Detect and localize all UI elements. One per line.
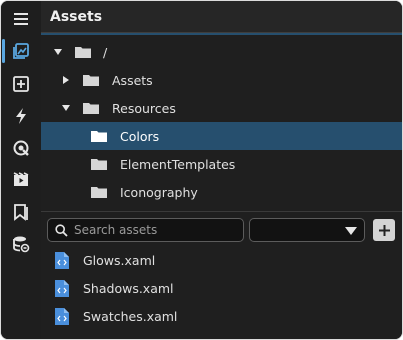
- filter-dropdown[interactable]: [249, 218, 365, 242]
- assets-panel: Assets / Assets Resources Colors Element…: [41, 1, 402, 339]
- search-input[interactable]: [74, 219, 239, 241]
- tree-item-label: Assets: [112, 72, 153, 88]
- file-item[interactable]: Swatches.xaml: [41, 302, 402, 330]
- color-picker-icon: [13, 140, 29, 156]
- tree-item-root[interactable]: /: [41, 38, 402, 66]
- hamburger-menu-icon: [14, 13, 28, 25]
- add-nav-button[interactable]: [1, 68, 41, 100]
- chevron-down-icon: [345, 227, 357, 235]
- chevron-down-icon: [62, 105, 70, 111]
- code-file-icon: [55, 252, 69, 269]
- color-nav-button[interactable]: [1, 132, 41, 164]
- tree-item-label: Iconography: [120, 184, 198, 200]
- file-item[interactable]: Shadows.xaml: [41, 274, 402, 302]
- folder-icon: [91, 131, 107, 142]
- folder-icon: [83, 75, 99, 86]
- image-gallery-icon: [13, 43, 29, 59]
- header-accent-line: [41, 33, 402, 35]
- tree-item-label: /: [103, 44, 108, 60]
- media-nav-button[interactable]: [1, 164, 41, 196]
- file-item[interactable]: Glows.xaml: [41, 246, 402, 274]
- folder-icon: [91, 187, 107, 198]
- tree-item-assets[interactable]: Assets: [41, 66, 402, 94]
- database-link-icon: [13, 236, 30, 253]
- code-file-icon: [55, 280, 69, 297]
- add-asset-button[interactable]: [373, 219, 395, 241]
- tree-item-elementtemplates[interactable]: ElementTemplates: [41, 150, 402, 178]
- panel-header: Assets: [41, 1, 402, 33]
- actions-nav-button[interactable]: [1, 100, 41, 132]
- plus-icon: [378, 224, 390, 236]
- bookmarks-nav-button[interactable]: [1, 196, 41, 228]
- lightning-icon: [16, 108, 26, 124]
- panel-title: Assets: [50, 8, 103, 25]
- menu-button[interactable]: [1, 3, 41, 35]
- add-box-icon: [13, 76, 29, 92]
- activity-bar: [1, 1, 41, 339]
- data-nav-button[interactable]: [1, 228, 41, 260]
- chevron-down-icon: [54, 49, 62, 55]
- divider: [41, 211, 402, 212]
- tree-item-label: ElementTemplates: [120, 156, 236, 172]
- chevron-right-icon: [63, 76, 69, 84]
- folder-icon: [83, 103, 99, 114]
- code-file-icon: [55, 308, 69, 325]
- assets-window: Assets / Assets Resources Colors Element…: [0, 0, 403, 340]
- tree-item-label: Colors: [120, 128, 160, 144]
- tree-item-label: Resources: [112, 100, 176, 116]
- file-name: Shadows.xaml: [83, 280, 174, 296]
- folder-icon: [75, 47, 91, 58]
- search-box: [47, 218, 244, 242]
- video-icon: [13, 172, 29, 186]
- folder-icon: [91, 159, 107, 170]
- tree-item-resources[interactable]: Resources: [41, 94, 402, 122]
- assets-nav-button[interactable]: [1, 35, 41, 67]
- bookmarks-icon: [14, 204, 28, 221]
- file-name: Glows.xaml: [83, 252, 156, 268]
- tree-item-iconography[interactable]: Iconography: [41, 178, 402, 206]
- file-name: Swatches.xaml: [83, 308, 178, 324]
- search-icon: [55, 224, 68, 237]
- tree-item-colors[interactable]: Colors: [41, 122, 402, 150]
